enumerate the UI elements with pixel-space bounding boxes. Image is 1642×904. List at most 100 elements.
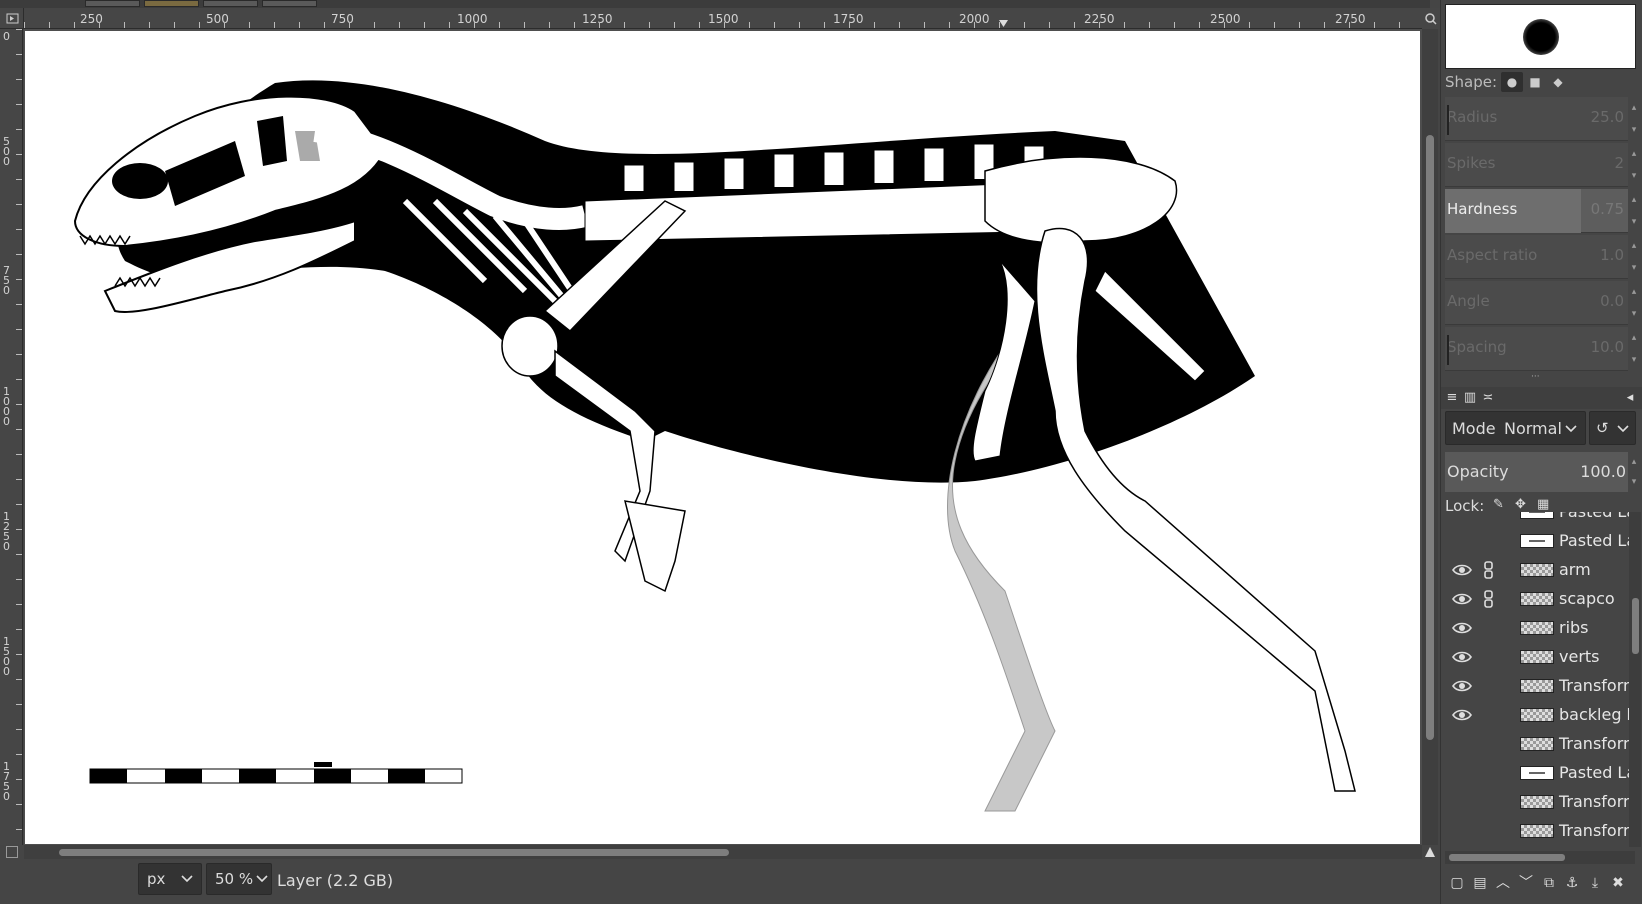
radius-slider[interactable]: Radius 25.0 bbox=[1445, 97, 1628, 141]
skeletal-reconstruction-drawing bbox=[73, 80, 1356, 812]
quick-mask-toggle[interactable] bbox=[6, 846, 18, 858]
zoom-selector[interactable]: 50 % bbox=[206, 863, 272, 895]
horizontal-ruler[interactable]: 250 500 750 1000 1250 1500 1750 2000 225… bbox=[24, 8, 1422, 29]
layer-row[interactable]: scapco bbox=[1441, 584, 1629, 613]
unit-selector[interactable]: px bbox=[138, 863, 202, 895]
radius-spinner[interactable]: ▴ ▾ bbox=[1629, 97, 1639, 141]
layer-row[interactable]: Transforn bbox=[1441, 816, 1629, 845]
new-layer-icon[interactable]: ▢ bbox=[1447, 872, 1467, 894]
chain-icon[interactable] bbox=[1481, 646, 1497, 668]
eye-icon[interactable] bbox=[1451, 559, 1473, 581]
brush-preview[interactable] bbox=[1445, 4, 1636, 69]
chain-icon[interactable] bbox=[1481, 733, 1497, 755]
paths-tab-icon[interactable]: ≍ bbox=[1479, 390, 1497, 406]
angle-slider[interactable]: Angle 0.0 bbox=[1445, 281, 1628, 325]
layers-button-bar: ▢ ▤ ︿ ﹀ ⧉ ⚓ ⤓ ✖ bbox=[1441, 872, 1642, 896]
merge-layer-icon[interactable]: ⤓ bbox=[1585, 872, 1605, 894]
chain-icon[interactable] bbox=[1481, 791, 1497, 813]
image-canvas[interactable] bbox=[25, 31, 1420, 844]
eye-icon[interactable] bbox=[1451, 588, 1473, 610]
chain-icon[interactable] bbox=[1481, 675, 1497, 697]
layers-horizontal-scrollbar[interactable] bbox=[1445, 851, 1635, 864]
eye-icon[interactable] bbox=[1451, 617, 1473, 639]
eye-icon[interactable] bbox=[1451, 704, 1473, 726]
vertical-ruler[interactable]: 0 500 750 1000 1250 1500 1750 bbox=[0, 29, 23, 845]
chain-icon[interactable] bbox=[1481, 559, 1497, 581]
chain-icon[interactable] bbox=[1481, 617, 1497, 639]
canvas-horizontal-scrollbar[interactable] bbox=[24, 845, 1422, 859]
lower-layer-icon[interactable]: ﹀ bbox=[1516, 872, 1536, 894]
shape-square-button[interactable]: ■ bbox=[1524, 72, 1546, 92]
aspect-ratio-spinner[interactable]: ▴ ▾ bbox=[1629, 235, 1639, 279]
spacing-slider[interactable]: Spacing 10.0 bbox=[1445, 327, 1628, 371]
layer-row[interactable]: ribs bbox=[1441, 613, 1629, 642]
layers-tab-icon[interactable]: ≡ bbox=[1443, 390, 1461, 406]
new-layer-group-icon[interactable]: ▤ bbox=[1470, 872, 1490, 894]
raise-layer-icon[interactable]: ︿ bbox=[1493, 872, 1513, 894]
navigate-icon bbox=[1425, 847, 1435, 857]
eye-icon[interactable] bbox=[1451, 733, 1473, 755]
layers-list[interactable]: Pasted La Pasted La arm scapco ribs verts Tran… bbox=[1441, 512, 1629, 847]
zoom-image-button[interactable] bbox=[1422, 8, 1440, 29]
chain-icon[interactable] bbox=[1481, 704, 1497, 726]
channels-tab-icon[interactable]: ▥ bbox=[1461, 390, 1479, 406]
eye-icon[interactable] bbox=[1451, 675, 1473, 697]
eye-icon[interactable] bbox=[1451, 512, 1473, 523]
layer-row[interactable]: Pasted La bbox=[1441, 758, 1629, 787]
duplicate-layer-icon[interactable]: ⧉ bbox=[1539, 872, 1559, 894]
spacing-spinner[interactable]: ▴ ▾ bbox=[1629, 327, 1639, 371]
angle-spinner[interactable]: ▴ ▾ bbox=[1629, 281, 1639, 325]
lock-pixels-icon[interactable]: ✎ bbox=[1493, 497, 1504, 512]
spikes-spinner[interactable]: ▴ ▾ bbox=[1629, 143, 1639, 187]
layer-row[interactable]: verts bbox=[1441, 642, 1629, 671]
hardness-slider[interactable]: Hardness 0.75 bbox=[1445, 189, 1628, 233]
canvas-vertical-scrollbar[interactable] bbox=[1422, 29, 1438, 845]
layer-row[interactable]: Transforn bbox=[1441, 671, 1629, 700]
opacity-spinner[interactable]: ▴ ▾ bbox=[1629, 452, 1639, 492]
image-tab[interactable] bbox=[203, 0, 258, 7]
ruler-corner-menu-button[interactable] bbox=[0, 8, 24, 29]
layer-row[interactable]: Pasted La bbox=[1441, 512, 1629, 526]
shape-circle-button[interactable]: ● bbox=[1501, 72, 1523, 92]
scrollbar-thumb[interactable] bbox=[1632, 598, 1639, 654]
layer-row[interactable]: Pasted La bbox=[1441, 526, 1629, 555]
hardness-spinner[interactable]: ▴ ▾ bbox=[1629, 189, 1639, 233]
anchor-layer-icon[interactable]: ⚓ bbox=[1562, 872, 1582, 894]
lock-position-icon[interactable]: ✥ bbox=[1515, 497, 1526, 512]
layer-row[interactable]: backleg b bbox=[1441, 700, 1629, 729]
canvas-area[interactable] bbox=[24, 29, 1422, 845]
image-tab[interactable] bbox=[144, 0, 199, 7]
status-message: Layer (2.2 GB) bbox=[277, 871, 394, 890]
navigate-button[interactable] bbox=[1422, 845, 1438, 859]
chain-icon[interactable] bbox=[1481, 588, 1497, 610]
pointer-marker-icon bbox=[999, 20, 1008, 27]
eye-icon[interactable] bbox=[1451, 646, 1473, 668]
eye-icon[interactable] bbox=[1451, 820, 1473, 842]
image-tab[interactable] bbox=[85, 0, 140, 7]
eye-icon[interactable] bbox=[1451, 791, 1473, 813]
scrollbar-thumb[interactable] bbox=[1426, 135, 1434, 740]
shape-diamond-button[interactable]: ◆ bbox=[1547, 72, 1569, 92]
layer-row[interactable]: Transforn bbox=[1441, 787, 1629, 816]
opacity-slider[interactable]: Opacity 100.0 bbox=[1445, 452, 1628, 492]
spikes-slider[interactable]: Spikes 2 bbox=[1445, 143, 1628, 187]
eye-icon[interactable] bbox=[1451, 762, 1473, 784]
chain-icon[interactable] bbox=[1481, 530, 1497, 552]
layer-row[interactable]: Transforn bbox=[1441, 729, 1629, 758]
resize-handle[interactable]: ··· bbox=[1531, 373, 1551, 382]
layer-row[interactable]: arm bbox=[1441, 555, 1629, 584]
layer-mode-selector[interactable]: Mode Normal bbox=[1445, 411, 1586, 445]
lock-alpha-icon[interactable]: ▦ bbox=[1537, 497, 1549, 512]
scrollbar-thumb[interactable] bbox=[59, 849, 729, 856]
delete-layer-icon[interactable]: ✖ bbox=[1608, 872, 1628, 894]
eye-icon[interactable] bbox=[1451, 530, 1473, 552]
scrollbar-thumb[interactable] bbox=[1449, 854, 1565, 861]
composite-mode-selector[interactable]: ↺ bbox=[1589, 411, 1636, 445]
dock-menu-icon[interactable]: ◂ bbox=[1621, 390, 1639, 406]
aspect-ratio-slider[interactable]: Aspect ratio 1.0 bbox=[1445, 235, 1628, 279]
layers-vertical-scrollbar[interactable] bbox=[1629, 512, 1641, 847]
chain-icon[interactable] bbox=[1481, 820, 1497, 842]
chain-icon[interactable] bbox=[1481, 762, 1497, 784]
image-tab[interactable] bbox=[262, 0, 317, 7]
chain-icon[interactable] bbox=[1481, 512, 1497, 523]
